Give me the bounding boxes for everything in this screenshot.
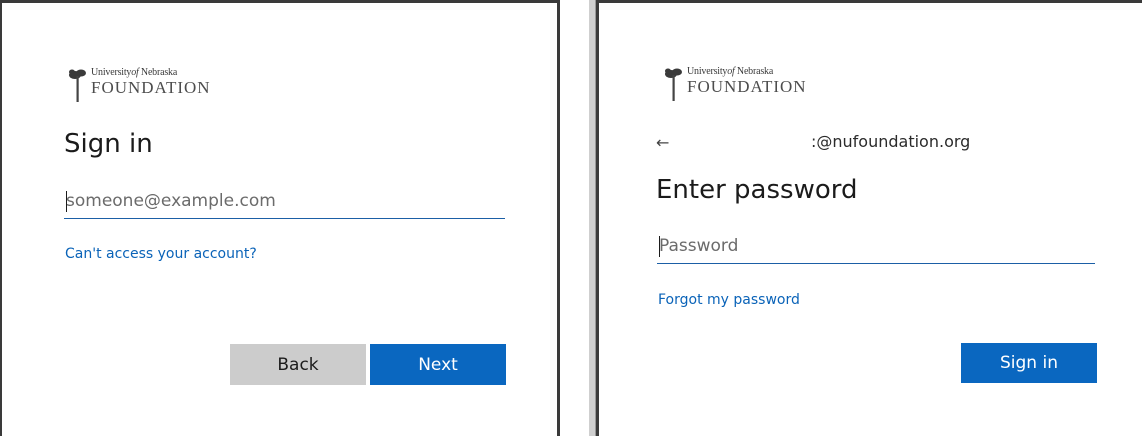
forgot-password-link[interactable]: Forgot my password (658, 292, 800, 308)
logo-text-nebraska: Nebraska (736, 66, 774, 77)
back-button[interactable]: Back (230, 344, 366, 385)
password-field[interactable] (657, 229, 1095, 264)
cant-access-account-link[interactable]: Can't access your account? (65, 246, 257, 262)
foundation-logo: Universityof Nebraska FOUNDATION (664, 67, 807, 101)
sign-in-button[interactable]: Sign in (961, 343, 1097, 383)
logo-text-of: of (131, 67, 139, 78)
text-caret (66, 191, 67, 212)
text-caret (659, 236, 660, 257)
sign-in-panel: Universityof Nebraska FOUNDATION Sign in… (0, 0, 560, 436)
logo-text-foundation: FOUNDATION (687, 77, 807, 96)
page-title: Enter password (656, 175, 858, 205)
account-email: :@nufoundation.org (811, 132, 971, 151)
tree-logo-icon (68, 68, 88, 102)
logo-text-university: University (91, 67, 132, 78)
logo-text-nebraska: Nebraska (140, 67, 178, 78)
logo-text-university: University (687, 66, 728, 77)
page-title: Sign in (64, 129, 153, 159)
logo-text-of: of (727, 66, 735, 77)
enter-password-panel: Universityof Nebraska FOUNDATION ← :@nuf… (596, 0, 1142, 436)
tree-logo-icon (664, 67, 684, 101)
password-field-wrapper (657, 229, 1095, 264)
foundation-logo: Universityof Nebraska FOUNDATION (68, 68, 211, 102)
logo-text-foundation: FOUNDATION (91, 78, 211, 97)
back-arrow-icon[interactable]: ← (656, 133, 669, 152)
email-field[interactable] (64, 184, 505, 219)
email-field-wrapper (64, 184, 505, 219)
next-button[interactable]: Next (370, 344, 506, 385)
